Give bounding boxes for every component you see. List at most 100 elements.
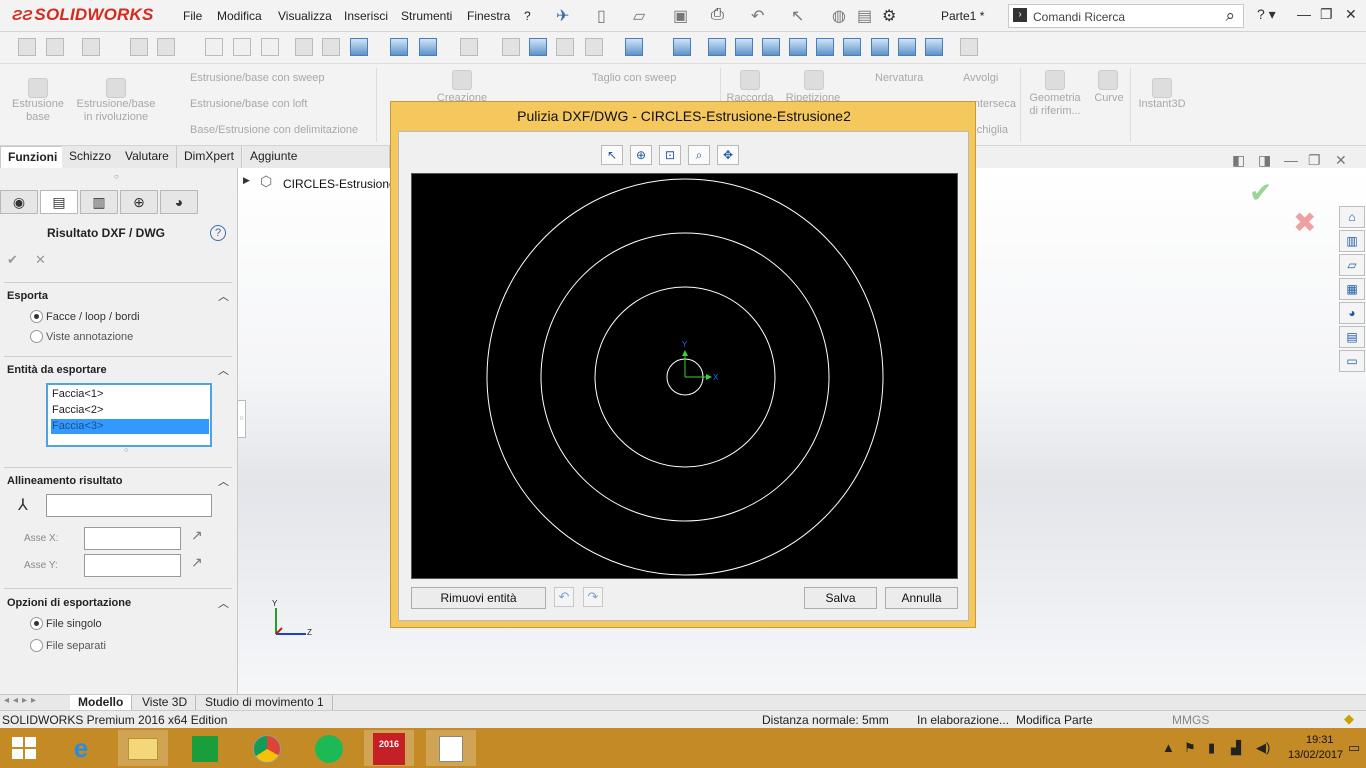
clock-time[interactable]: 19:31 [1306, 734, 1334, 746]
menu-inserisci[interactable]: Inserisci [344, 9, 388, 23]
file-explorer-taskbar-icon[interactable] [118, 730, 168, 766]
select-entity-icon[interactable]: ↖ [601, 145, 623, 165]
zoom-area-icon[interactable] [233, 38, 251, 56]
view-dimetric-icon[interactable] [925, 38, 943, 56]
list-item[interactable]: Faccia<1> [51, 387, 209, 402]
solidworks-logo[interactable]: ƧƧ SOLIDWORKS [12, 5, 154, 25]
viewport-left-icon[interactable]: ◧ [1232, 152, 1245, 169]
zoom-in-icon[interactable]: ⊕ [630, 145, 652, 165]
app-taskbar-icon[interactable] [426, 730, 476, 766]
dynamic-annotation-icon[interactable] [322, 38, 340, 56]
tray-volume-icon[interactable]: ◀) [1256, 740, 1270, 756]
radio-faces-loops[interactable] [30, 310, 43, 323]
view-trimetric-icon[interactable] [898, 38, 916, 56]
cancel-x-icon[interactable]: ✕ [35, 252, 46, 268]
clock-date[interactable]: 13/02/2017 [1288, 749, 1343, 761]
reference-geometry-button[interactable]: Geometria di riferim... [1024, 92, 1086, 118]
preview-canvas[interactable]: Y X [411, 173, 958, 579]
viewport-close-icon[interactable]: ✕ [1335, 152, 1347, 169]
library-icon[interactable]: ▥ [1339, 230, 1365, 252]
curves-button[interactable]: Curve [1090, 92, 1128, 105]
tree-expand-icon[interactable]: ▶ [243, 175, 250, 186]
pan-icon[interactable]: ✥ [717, 145, 739, 165]
toolbar-icon-3[interactable] [130, 38, 148, 56]
notifications-icon[interactable]: ▭ [1348, 740, 1360, 756]
view-front-icon[interactable] [708, 38, 726, 56]
radio-annotation-views[interactable] [30, 330, 43, 343]
save-button[interactable]: Salva [804, 587, 877, 609]
section-esporta[interactable]: Esporta [7, 290, 48, 302]
list-resize-handle[interactable]: ○ [124, 447, 128, 454]
tab-scroll-arrows-icon[interactable]: ◂◂▸▸ [4, 695, 40, 706]
tab-aggiunte[interactable]: Aggiunte SOLIDWORKS [243, 146, 390, 184]
store-icon[interactable] [180, 730, 230, 766]
rib-button[interactable]: Nervatura [875, 72, 923, 84]
tree-part-name[interactable]: CIRCLES-Estrusione- [283, 177, 400, 191]
pin-icon[interactable]: ✈ [556, 6, 569, 26]
cancel-button[interactable]: Annulla [885, 587, 958, 609]
gear-icon[interactable]: ⚙ [882, 6, 896, 26]
confirm-check-icon[interactable]: ✔ [1249, 176, 1272, 209]
pencil-icon[interactable] [960, 38, 978, 56]
collapse-chevron-icon[interactable]: ︿ [218, 595, 229, 611]
collapse-chevron-icon[interactable]: ︿ [218, 288, 229, 304]
tab-funzioni[interactable]: Funzioni [0, 146, 66, 168]
redo-icon[interactable]: ↷ [583, 587, 603, 607]
realview-icon[interactable] [556, 38, 574, 56]
section-view-icon[interactable] [295, 38, 313, 56]
forum-icon[interactable]: ▭ [1339, 350, 1365, 372]
file-props-icon[interactable]: ▤ [857, 6, 872, 26]
intersect-button[interactable]: Interseca [976, 98, 1016, 110]
tab-valutare[interactable]: Valutare [118, 146, 177, 168]
revolve-button[interactable]: Estrusione/base in rivoluzione [72, 98, 160, 124]
custom-properties-icon[interactable]: ▤ [1339, 326, 1365, 348]
tab-modello[interactable]: Modello [70, 695, 133, 711]
origin-field[interactable] [46, 494, 212, 517]
viewport-minimize-icon[interactable]: — [1284, 152, 1298, 168]
panel-collapse-handle[interactable]: ○ [237, 400, 246, 438]
new-icon[interactable]: ▯ [597, 6, 606, 26]
configuration-tab-icon[interactable]: ▥ [80, 190, 118, 214]
open-icon[interactable]: ▱ [633, 6, 645, 26]
entities-list[interactable]: Faccia<1> Faccia<2> Faccia<3> [46, 383, 212, 447]
tab-motion-study[interactable]: Studio di movimento 1 [197, 695, 333, 711]
list-item[interactable]: Faccia<2> [51, 403, 209, 418]
display-manager-tab-icon[interactable]: ◕ [160, 190, 198, 214]
menu-visualizza[interactable]: Visualizza [278, 9, 332, 23]
reverse-direction-icon[interactable]: ↗ [191, 527, 203, 544]
section-entities[interactable]: Entità da esportare [7, 364, 107, 376]
appearance-icon[interactable] [460, 38, 478, 56]
rebuild-icon[interactable]: ◍ [832, 6, 846, 26]
tag-icon[interactable]: ◆ [1344, 711, 1354, 727]
help-dropdown-icon[interactable]: ? ▾ [1257, 6, 1276, 23]
zoom-fit-icon[interactable]: ⌕ [688, 145, 710, 165]
view-left-icon[interactable] [762, 38, 780, 56]
view-bottom-icon[interactable] [843, 38, 861, 56]
tray-expand-icon[interactable]: ▲ [1162, 740, 1175, 755]
file-explorer-icon[interactable]: ▱ [1339, 254, 1365, 276]
tray-flag-icon[interactable]: ⚑ [1184, 740, 1196, 756]
tab-schizzo[interactable]: Schizzo [62, 146, 120, 168]
viewport-restore-icon[interactable]: ❐ [1308, 152, 1321, 169]
rotate-icon[interactable] [529, 38, 547, 56]
collapse-chevron-icon[interactable]: ︿ [218, 362, 229, 378]
ok-check-icon[interactable]: ✔ [7, 252, 18, 268]
appearances-icon[interactable]: ◕ [1339, 302, 1365, 324]
view-orientation-icon[interactable] [350, 38, 368, 56]
zoom-area-icon[interactable]: ⊡ [659, 145, 681, 165]
spotify-icon[interactable] [304, 730, 354, 766]
undo-icon[interactable]: ↶ [554, 587, 574, 607]
shell-button[interactable]: Conchiglia [976, 124, 1008, 136]
axis-y-field[interactable] [84, 554, 181, 577]
view-palette-icon[interactable]: ▦ [1339, 278, 1365, 300]
splitter-handle[interactable]: ○ [114, 172, 119, 181]
close-icon[interactable]: ✕ [1345, 6, 1357, 23]
start-windows-icon[interactable] [12, 737, 36, 759]
axis-x-field[interactable] [84, 527, 181, 550]
tab-dimxpert[interactable]: DimXpert [177, 146, 243, 168]
select-tool-icon[interactable] [82, 38, 100, 56]
remove-entities-button[interactable]: Rimuovi entità [411, 587, 546, 609]
zoom-fit-icon[interactable] [205, 38, 223, 56]
wrap-button[interactable]: Avvolgi [963, 72, 998, 84]
shaded-cube-icon[interactable] [625, 38, 643, 56]
